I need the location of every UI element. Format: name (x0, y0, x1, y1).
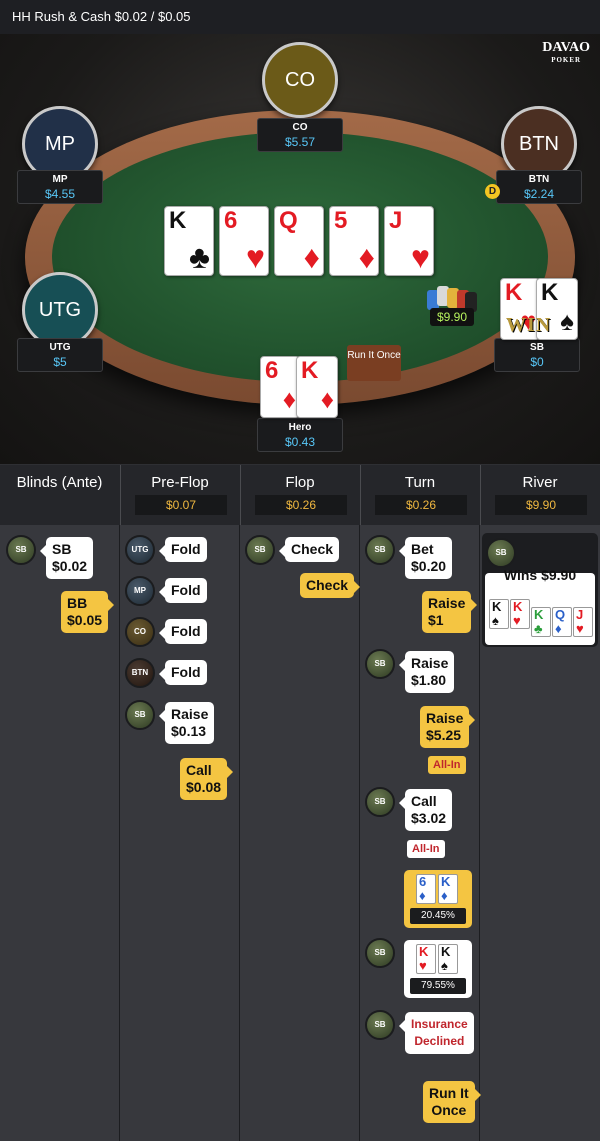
hand-title: HH Rush & Cash $0.02 / $0.05 (12, 9, 191, 24)
insurance-declined-label: Insurance Declined (399, 1012, 474, 1054)
seat-plate: CO $5.57 (257, 118, 343, 152)
board-card: 6 ♥ (219, 206, 269, 276)
action-hero-raise: Raise $1 (422, 591, 478, 633)
action-hero-raise: Raise $5.25 (420, 706, 476, 748)
avatar-co: CO (125, 617, 155, 647)
seat-sb[interactable]: SB $0 (494, 338, 580, 376)
action-sb-raise: Raise $0.13 (158, 702, 215, 744)
street-header-preflop: Pre-Flop $0.07 (120, 465, 239, 525)
action-sb-bet: Bet $0.20 (398, 537, 453, 579)
seat-btn[interactable]: BTN BTN $2.24 (496, 106, 582, 211)
dealer-button-icon: D (485, 184, 500, 199)
winning-hand: Wins $9.90 K ♠ K ♥ K ♣ Q ♦ J ♥ (485, 567, 595, 645)
insurance-hero: 6 ♦ K ♦ 20.45% (404, 870, 472, 928)
avatar-sb: SB (486, 538, 516, 568)
street-header-river: River $9.90 (480, 465, 599, 525)
all-in-badge: All-In (407, 840, 445, 858)
hero-card: K ♦ (296, 356, 338, 418)
action-mp-fold: Fold (159, 578, 207, 603)
action-sb-raise: Raise $1.80 (398, 651, 455, 693)
seat-avatar: UTG (22, 272, 98, 348)
wins-amount: Wins $9.90 (503, 567, 577, 583)
run-it-once-button[interactable]: Run It Once (347, 345, 401, 381)
seat-utg[interactable]: UTG UTG $5 (17, 272, 103, 377)
avatar-sb: SB (365, 535, 395, 565)
win-stamp: WIN (506, 314, 552, 336)
pot-amount: $9.90 (430, 308, 474, 326)
board-card: 5 ♦ (329, 206, 379, 276)
avatar-sb: SB (365, 938, 395, 968)
avatar-sb: SB (245, 535, 275, 565)
avatar-sb: SB (365, 1010, 395, 1040)
river-card: J ♥ (573, 607, 593, 637)
seat-co[interactable]: CO CO $5.57 (257, 42, 343, 152)
action-hero-call: Call $0.08 (180, 758, 234, 800)
action-sb-call: Call $3.02 (398, 789, 453, 831)
street-header-blinds: Blinds (Ante) (16, 474, 103, 491)
action-hero-run-it-once: Run It Once (423, 1081, 481, 1123)
seat-plate: SB $0 (494, 338, 580, 372)
river-card: K ♠ (489, 599, 509, 629)
action-btn-fold: Fold (159, 660, 207, 685)
seat-plate: BTN $2.24 (496, 170, 582, 204)
river-card: K ♣ (531, 607, 551, 637)
seat-mp[interactable]: MP MP $4.55 (17, 106, 103, 211)
poker-table: DAVAO POKER CO CO $5.57 MP MP $4.55 BTN … (0, 34, 600, 464)
board-card: J ♥ (384, 206, 434, 276)
hero-card: 6 ♦ (260, 356, 300, 418)
board-card: K ♣ (164, 206, 214, 276)
action-grid: SB SB $0.02 BB $0.05 UTG Fold MP Fold CO… (0, 525, 600, 1141)
action-sb-check: Check (278, 537, 340, 562)
street-header-turn: Turn $0.26 (360, 465, 479, 525)
avatar-sb: SB (365, 787, 395, 817)
seat-plate: MP $4.55 (17, 170, 103, 204)
street-header-row: Blinds (Ante) Pre-Flop $0.07 Flop $0.26 … (0, 465, 600, 525)
avatar-mp: MP (125, 576, 155, 606)
board-card: Q ♦ (274, 206, 324, 276)
action-utg-fold: Fold (159, 537, 207, 562)
avatar-sb: SB (365, 649, 395, 679)
action-sb-blind: SB $0.02 (39, 537, 94, 579)
seat-avatar: CO (262, 42, 338, 118)
river-card: K ♥ (510, 599, 530, 629)
street-header-flop: Flop $0.26 (240, 465, 359, 525)
river-card: Q ♦ (552, 607, 572, 637)
seat-plate: UTG $5 (17, 338, 103, 372)
avatar-sb: SB (6, 535, 36, 565)
avatar-btn: BTN (125, 658, 155, 688)
title-bar: HH Rush & Cash $0.02 / $0.05 (0, 0, 600, 34)
insurance-sb: K ♥ K ♠ 79.55% (404, 940, 472, 998)
river-winner-box: SB Wins $9.90 K ♠ K ♥ K ♣ Q ♦ J ♥ (482, 533, 598, 647)
all-in-badge: All-In (428, 756, 466, 774)
action-hero-check: Check (300, 573, 361, 598)
action-bb-blind: BB $0.05 (61, 591, 115, 633)
brand-logo: DAVAO POKER (542, 40, 590, 65)
hand-history-screen: { "header": {"title": "HH Rush & Cash $0… (0, 0, 600, 1141)
seat-hero[interactable]: Hero $0.43 (257, 418, 343, 456)
seat-plate: Hero $0.43 (257, 418, 343, 452)
avatar-sb: SB (125, 700, 155, 730)
avatar-utg: UTG (125, 535, 155, 565)
action-co-fold: Fold (159, 619, 207, 644)
